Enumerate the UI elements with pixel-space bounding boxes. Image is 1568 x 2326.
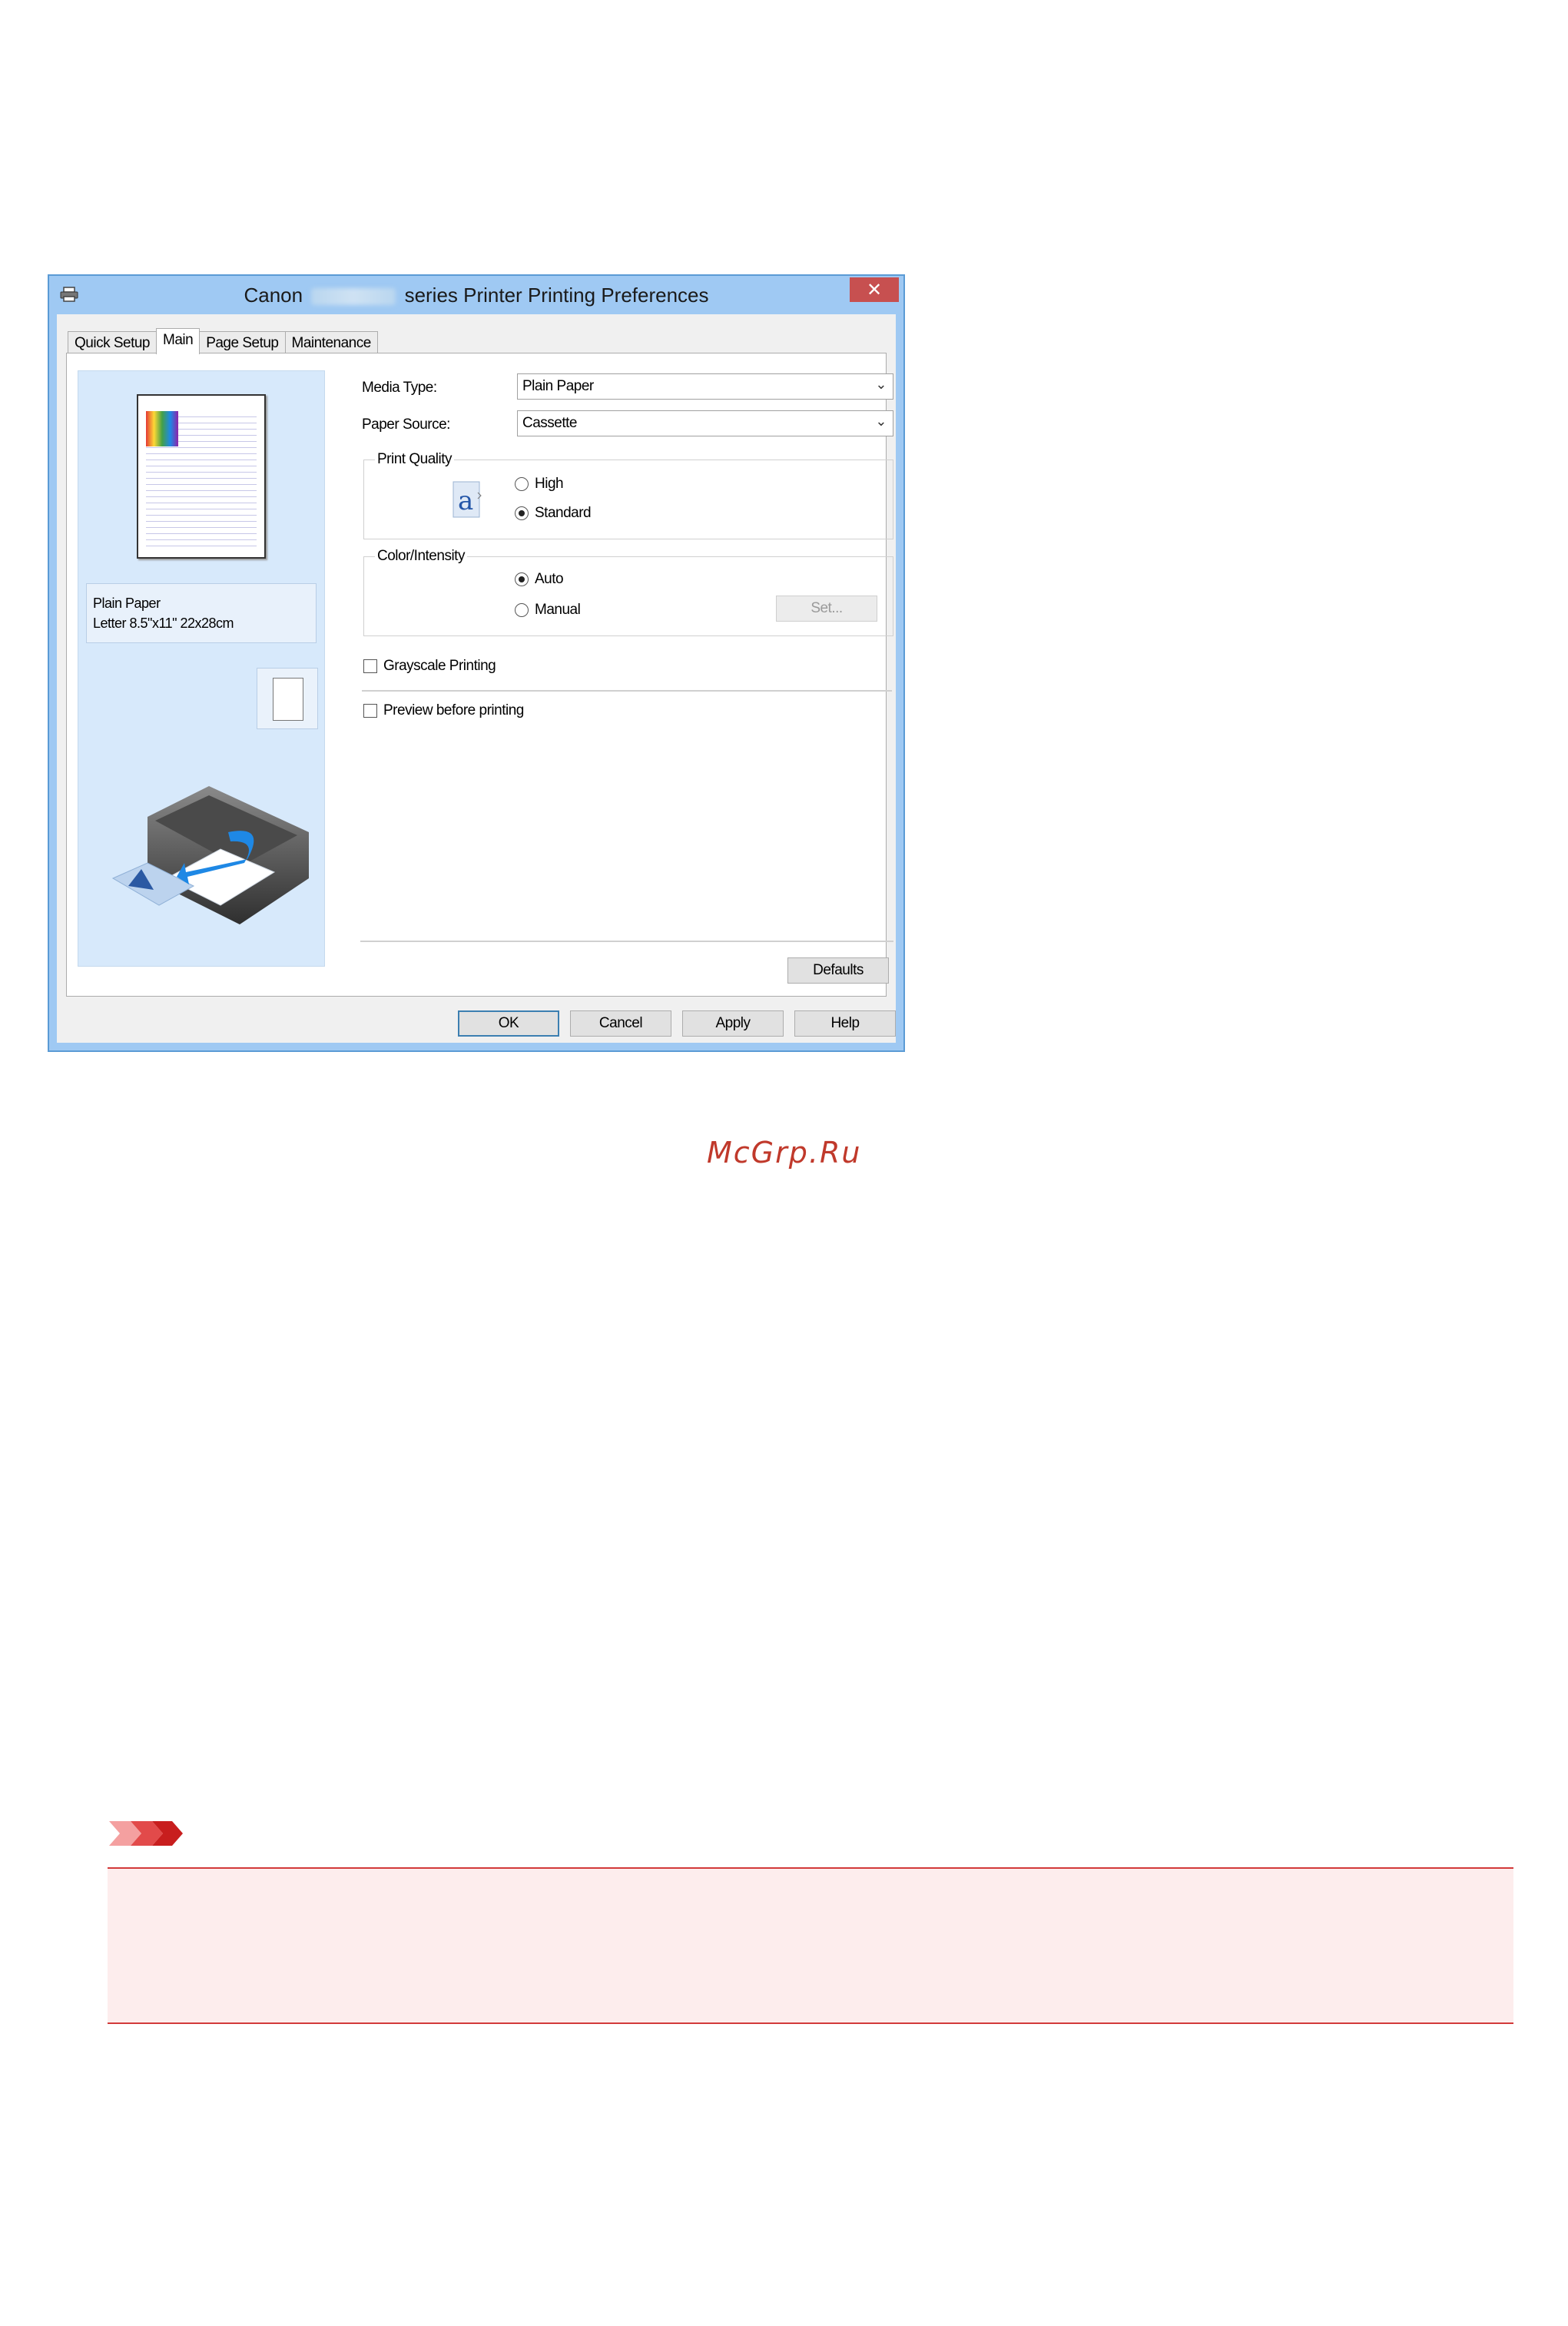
color-intensity-label: Color/Intensity [375,548,467,565]
grayscale-printing-checkbox[interactable] [363,659,377,673]
printing-preferences-window: Canon series Printer Printing Preference… [48,274,905,1052]
title-suffix: series Printer Printing Preferences [404,284,709,307]
page-preview-thumbnail [137,394,266,559]
grayscale-printing-label: Grayscale Printing [383,658,496,674]
color-image-graphic [146,411,178,446]
paper-source-value: Cassette [522,415,577,431]
color-auto-radio[interactable] [515,572,529,586]
media-type-label: Media Type: [362,380,437,396]
main-tab-panel: Plain Paper Letter 8.5"x11" 22x28cm Medi… [66,353,893,997]
defaults-button[interactable]: Defaults [787,957,889,984]
chevron-down-icon: ⌄ [875,377,887,392]
color-manual-label: Manual [535,602,581,618]
printer-illustration-icon [111,786,309,924]
set-button[interactable]: Set... [776,596,877,622]
tab-quick-setup[interactable]: Quick Setup [68,331,157,354]
important-note-box [108,1867,1513,2024]
paper-source-label: Paper Source: [362,416,450,433]
tab-strip: Quick Setup Main Page Setup Maintenance [68,328,378,354]
media-type-select[interactable]: Plain Paper ⌄ [517,373,893,400]
print-quality-group: Print Quality a High Standard [363,451,893,539]
watermark-text: McGrp.Ru [707,1136,862,1170]
color-intensity-group: Color/Intensity Auto Manual Set... [363,548,893,636]
divider [360,941,893,942]
dialog-client-area: Quick Setup Main Page Setup Maintenance … [57,314,896,1043]
paper-info-box: Plain Paper Letter 8.5"x11" 22x28cm [86,583,317,643]
close-button[interactable]: ✕ [850,277,899,302]
title-prefix: Canon [244,284,303,307]
tab-main[interactable]: Main [156,328,201,354]
window-title: Canon series Printer Printing Preference… [49,284,903,307]
important-chevrons-icon [109,1821,183,1846]
orientation-preview [257,668,318,729]
model-name-redacted [311,288,396,306]
color-auto-label: Auto [535,571,564,587]
paper-source-select[interactable]: Cassette ⌄ [517,410,893,436]
cancel-button[interactable]: Cancel [570,1010,671,1037]
divider [362,690,892,692]
quality-high-label: High [535,476,564,492]
quality-high-radio[interactable] [515,477,529,491]
print-quality-label: Print Quality [375,451,454,468]
settings-preview-pane: Plain Paper Letter 8.5"x11" 22x28cm [78,370,325,967]
close-icon: ✕ [866,279,883,300]
paper-size-text: Letter 8.5"x11" 22x28cm [93,616,234,631]
chevron-down-icon: ⌄ [875,413,887,429]
apply-button[interactable]: Apply [682,1010,784,1037]
title-bar[interactable]: Canon series Printer Printing Preference… [49,276,903,314]
preview-before-printing-checkbox[interactable] [363,704,377,718]
media-type-value: Plain Paper [522,378,594,394]
portrait-sheet-icon [273,678,303,721]
tab-page-setup[interactable]: Page Setup [199,331,286,354]
print-quality-icon: a [452,481,482,518]
quality-standard-label: Standard [535,505,592,521]
color-manual-radio[interactable] [515,603,529,617]
svg-text:a: a [458,486,473,516]
paper-type-text: Plain Paper [93,596,161,611]
tab-maintenance[interactable]: Maintenance [284,331,378,354]
preview-before-printing-label: Preview before printing [383,702,524,718]
help-button[interactable]: Help [794,1010,896,1037]
quality-standard-radio[interactable] [515,506,529,520]
ok-button[interactable]: OK [458,1010,559,1037]
